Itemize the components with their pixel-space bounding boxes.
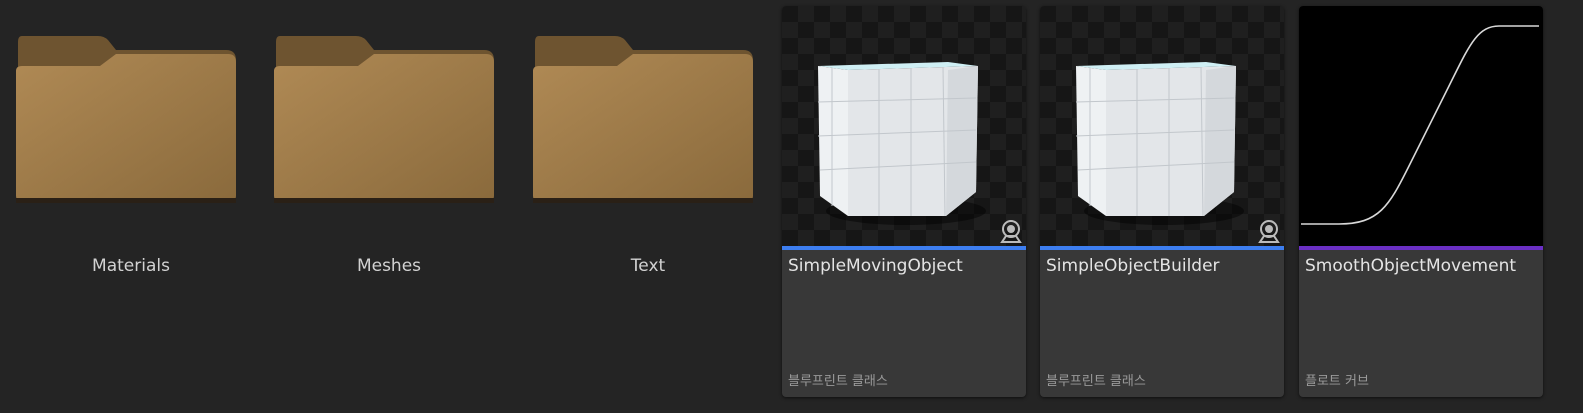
folder-icon [533,36,753,203]
asset-simple-moving-object[interactable]: SimpleMovingObject 블루프린트 클래스 [782,6,1026,397]
folder-icon [16,36,236,203]
asset-smooth-object-movement[interactable]: SmoothObjectMovement 플로트 커브 [1299,6,1543,397]
asset-type-bar [782,246,1026,250]
folder-label: Materials [92,256,170,276]
asset-thumbnail [1299,6,1543,246]
asset-type-label: 블루프린트 클래스 [1046,374,1146,389]
asset-thumbnail [782,6,1026,246]
camera-icon [1258,220,1280,243]
folder-label: Text [630,256,666,276]
asset-simple-object-builder[interactable]: SimpleObjectBuilder 블루프린트 클래스 [1040,6,1284,397]
folder-materials[interactable]: Materials [0,0,246,413]
asset-type-bar [1299,246,1543,250]
asset-name: SimpleObjectBuilder [1046,256,1220,276]
folder-icon [274,36,494,203]
curve-icon [1301,25,1539,225]
asset-type-label: 블루프린트 클래스 [788,374,888,389]
asset-thumbnail [1040,6,1284,246]
camera-icon [1000,220,1022,243]
folder-text[interactable]: Text [517,0,763,413]
folder-meshes[interactable]: Meshes [258,0,504,413]
asset-name: SimpleMovingObject [788,256,963,276]
asset-type-bar [1040,246,1284,250]
cube-icon [1075,62,1244,225]
cube-icon [817,62,986,225]
asset-name: SmoothObjectMovement [1305,256,1517,276]
asset-type-label: 플로트 커브 [1305,374,1369,389]
folder-label: Meshes [356,256,422,276]
